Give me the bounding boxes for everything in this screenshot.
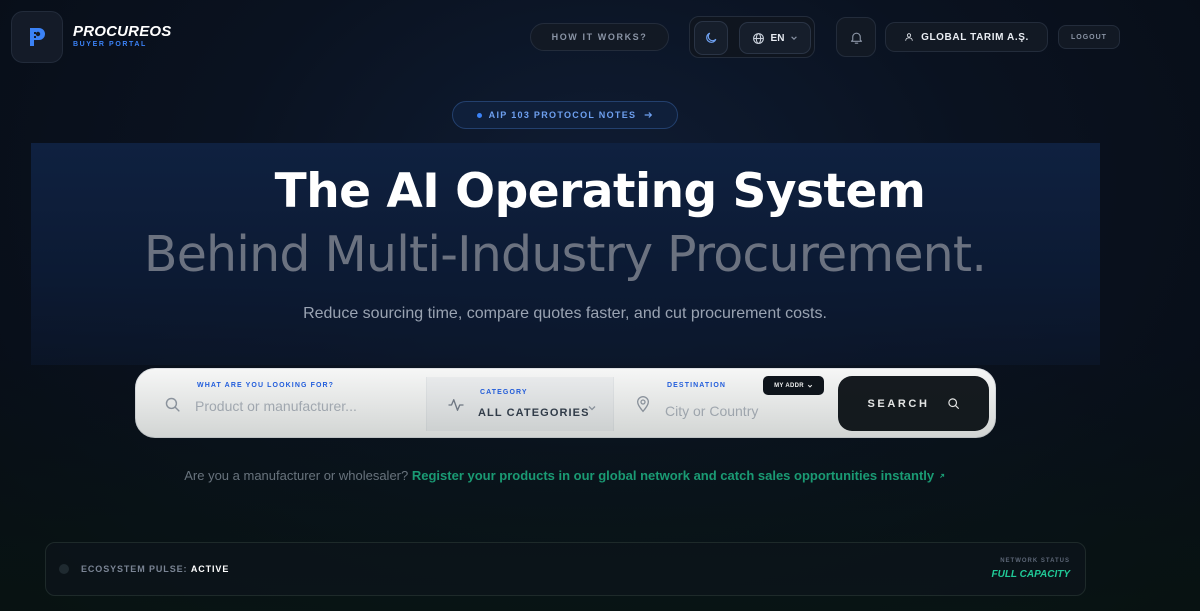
pulse-value: ACTIVE: [190, 564, 230, 574]
my-address-button[interactable]: MY ADDR: [763, 376, 824, 395]
network-status-label: NETWORK STATUS: [1000, 558, 1070, 564]
protocol-notes-label: AIP 103 PROTOCOL NOTES: [488, 110, 637, 120]
brand-name: PROCUREOS: [73, 23, 172, 40]
register-link-text: Register your products in our global net…: [411, 468, 935, 483]
category-select[interactable]: CATEGORY ALL CATEGORIES: [426, 377, 614, 431]
bell-icon: [850, 32, 862, 44]
my-address-label: MY ADDR: [774, 382, 804, 389]
moon-icon: [706, 32, 717, 43]
search-bar: WHAT ARE YOU LOOKING FOR? CATEGORY ALL C…: [135, 368, 996, 438]
logo[interactable]: [11, 11, 63, 63]
register-link[interactable]: Register your products in our global net…: [412, 468, 946, 483]
category-value: ALL CATEGORIES: [478, 407, 590, 419]
external-link-icon: [939, 473, 944, 478]
search-button-label: SEARCH: [867, 397, 930, 410]
register-cta: Are you a manufacturer or wholesaler? Re…: [0, 468, 1130, 483]
destination-label: DESTINATION: [667, 382, 727, 389]
hero-title: The AI Operating System: [274, 164, 926, 219]
chevron-down-icon: [807, 384, 813, 388]
what-label: WHAT ARE YOU LOOKING FOR?: [197, 382, 335, 389]
notifications-button[interactable]: [836, 17, 876, 57]
logo-icon: [30, 28, 45, 46]
hero-description: Reduce sourcing time, compare quotes fas…: [303, 305, 827, 322]
language-label: EN: [770, 32, 785, 44]
brand-subtitle: BUYER PORTAL: [73, 41, 147, 48]
destination-input[interactable]: [665, 401, 825, 421]
how-it-works-button[interactable]: HOW IT WORKS?: [530, 23, 669, 51]
activity-icon: [448, 399, 464, 411]
chevron-down-icon: [791, 36, 798, 40]
arrow-right-icon: [644, 112, 653, 118]
protocol-notes-link[interactable]: AIP 103 PROTOCOL NOTES: [452, 101, 678, 129]
status-dot-icon: [59, 564, 69, 574]
user-name: GLOBAL TARIM A.Ş.: [921, 31, 1029, 43]
preferences-group: EN: [689, 16, 815, 58]
globe-icon: [752, 32, 764, 44]
dot-icon: [476, 112, 482, 118]
pulse-label: ECOSYSTEM PULSE:: [81, 564, 188, 574]
user-icon: [905, 33, 913, 41]
chevron-down-icon: [588, 406, 596, 411]
language-selector[interactable]: EN: [739, 22, 811, 54]
register-prompt: Are you a manufacturer or wholesaler?: [184, 468, 409, 483]
theme-toggle-button[interactable]: [694, 21, 728, 55]
ecosystem-status-bar: ECOSYSTEM PULSE: ACTIVE NETWORK STATUS F…: [45, 542, 1086, 596]
product-search-input[interactable]: [195, 396, 405, 416]
map-pin-icon: [636, 396, 650, 413]
network-status-value: FULL CAPACITY: [991, 569, 1070, 580]
brand: PROCUREOS BUYER PORTAL: [73, 23, 172, 49]
hero-subtitle: Behind Multi-Industry Procurement.: [143, 226, 987, 283]
search-button[interactable]: SEARCH: [838, 376, 989, 431]
logout-button[interactable]: LOGOUT: [1058, 25, 1120, 49]
category-label: CATEGORY: [480, 389, 528, 396]
ecosystem-pulse: ECOSYSTEM PULSE: ACTIVE: [81, 564, 229, 574]
search-icon: [947, 398, 959, 409]
user-menu-button[interactable]: GLOBAL TARIM A.Ş.: [885, 22, 1048, 52]
search-icon: [165, 397, 180, 412]
